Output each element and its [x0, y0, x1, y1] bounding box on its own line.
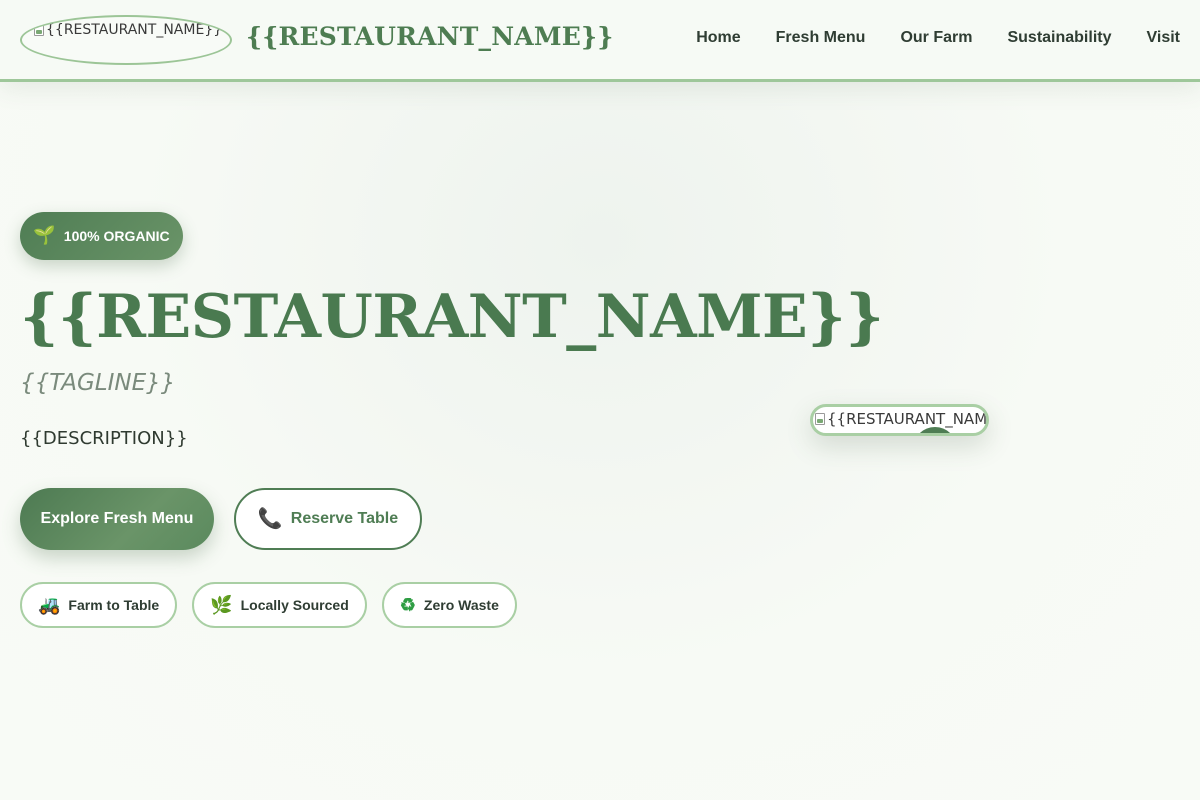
feature-pills: 🚜 Farm to Table 🌿 Locally Sourced ♻ Zero…: [20, 582, 517, 628]
feature-locally-sourced: 🌿 Locally Sourced: [192, 582, 367, 628]
explore-menu-button[interactable]: Explore Fresh Menu: [20, 488, 214, 550]
reserve-table-button[interactable]: 📞 Reserve Table: [234, 488, 422, 550]
hero-image-alt-text: {{RESTAURANT_NAME}}: [827, 410, 988, 428]
organic-badge-label: 100% ORGANIC: [63, 228, 170, 244]
broken-image-icon: [815, 413, 825, 425]
hero-description: {{DESCRIPTION}}: [20, 428, 188, 449]
hero-image: {{RESTAURANT_NAME}}: [810, 404, 989, 436]
organic-badge: 🌱 100% ORGANIC: [20, 212, 183, 260]
logo-image: {{RESTAURANT_NAME}} Logo: [34, 22, 230, 38]
feature-zero-waste: ♻ Zero Waste: [381, 582, 517, 628]
logo-link[interactable]: {{RESTAURANT_NAME}} Logo: [20, 15, 232, 65]
sprout-icon: 🌱: [33, 225, 56, 246]
feature-label: Zero Waste: [423, 597, 499, 613]
hero-title: {{RESTAURANT_NAME}}: [20, 282, 884, 352]
feature-farm-to-table: 🚜 Farm to Table: [20, 582, 178, 628]
hero-image-alt: {{RESTAURANT_NAME}}: [815, 410, 988, 428]
main-nav: Home Fresh Menu Our Farm Sustainability …: [696, 29, 1180, 47]
nav-sustainability[interactable]: Sustainability: [1007, 29, 1111, 47]
feature-label: Locally Sourced: [240, 597, 349, 613]
reserve-table-label: Reserve Table: [290, 510, 399, 527]
hero-image-decoration: [913, 427, 957, 433]
nav-our-farm[interactable]: Our Farm: [900, 29, 972, 47]
nav-home[interactable]: Home: [696, 29, 740, 47]
nav-visit[interactable]: Visit: [1147, 29, 1181, 47]
logo-alt-text: {{RESTAURANT_NAME}} Logo: [46, 22, 230, 38]
broken-image-icon: [34, 24, 44, 36]
recycle-icon: ♻: [399, 595, 416, 615]
hero-tagline: {{TAGLINE}}: [20, 370, 176, 396]
brand-name[interactable]: {{RESTAURANT_NAME}}: [246, 22, 614, 51]
feature-label: Farm to Table: [68, 597, 160, 613]
tractor-icon: 🚜: [38, 595, 61, 615]
nav-fresh-menu[interactable]: Fresh Menu: [776, 29, 866, 47]
site-header: {{RESTAURANT_NAME}} Logo {{RESTAURANT_NA…: [0, 0, 1200, 82]
herb-icon: 🌿: [210, 595, 233, 615]
phone-icon: 📞: [257, 508, 283, 530]
